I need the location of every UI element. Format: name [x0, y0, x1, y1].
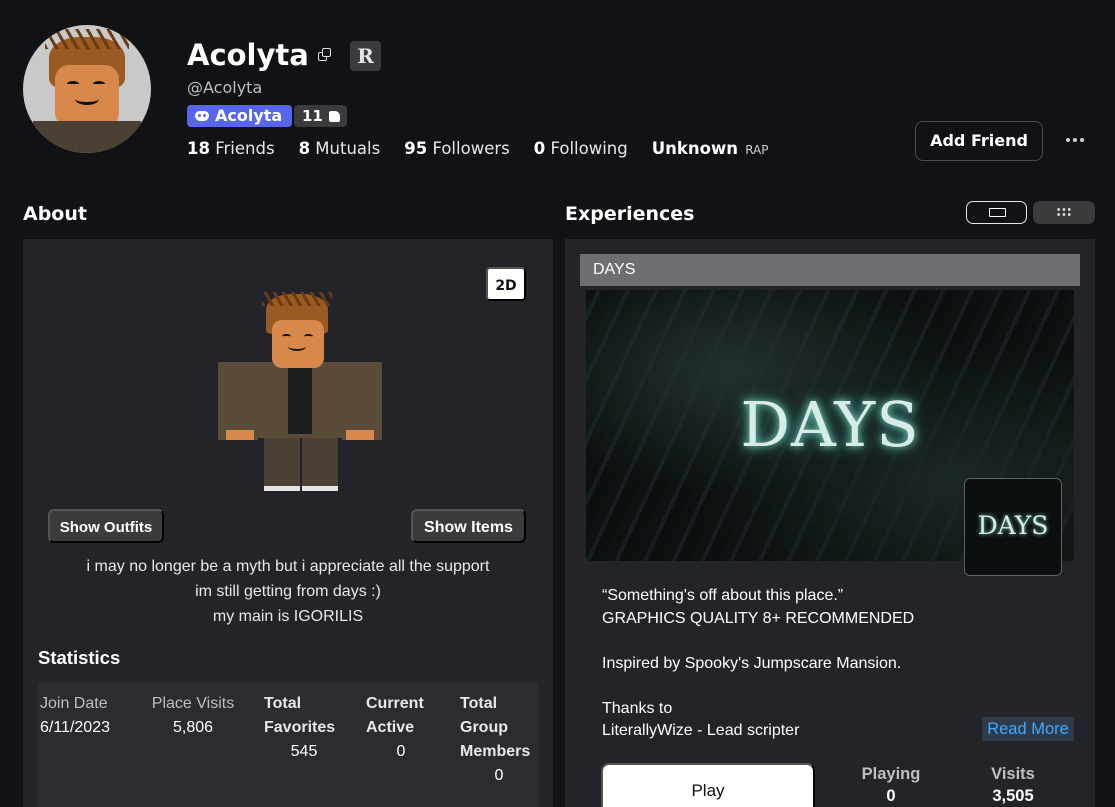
experience-description: “Something's off about this place.” GRAP…	[602, 587, 915, 739]
playing-stat: Playing 0	[861, 765, 921, 805]
add-friend-button[interactable]: Add Friend	[915, 121, 1043, 161]
single-view-toggle[interactable]	[966, 201, 1027, 224]
grid-view-toggle[interactable]	[1033, 201, 1095, 224]
profile-avatar[interactable]	[23, 25, 151, 153]
stat-join-date: Join Date 6/11/2023	[40, 695, 110, 736]
likes-count: 11	[302, 107, 323, 125]
about-heading: About	[23, 203, 87, 225]
more-options-icon[interactable]	[1066, 138, 1084, 144]
statistics-heading: Statistics	[38, 647, 121, 668]
show-items-button[interactable]: Show Items	[411, 509, 526, 543]
visits-stat: Visits 3,505	[991, 765, 1035, 805]
stat-place-visits: Place Visits 5,806	[151, 695, 235, 736]
single-view-icon	[989, 208, 1006, 217]
experiences-heading: Experiences	[565, 203, 695, 225]
stat-current-active: Current Active 0	[366, 695, 424, 760]
discord-icon	[195, 111, 209, 121]
experience-icon[interactable]: DAYS	[964, 478, 1062, 576]
display-name: Acolyta	[187, 38, 309, 72]
social-stats: 18 Friends 8 Mutuals 95 Followers 0 Foll…	[187, 139, 793, 158]
discord-tag: Acolyta	[215, 106, 283, 125]
username: @Acolyta	[187, 78, 263, 97]
grid-view-icon	[1056, 207, 1072, 217]
thumbnail-title-text: DAYS	[740, 388, 920, 461]
likes-badge[interactable]: 11	[294, 105, 347, 127]
rap-stat: Unknown RAP	[651, 139, 769, 158]
stat-total-favorites: Total Favorites 545	[264, 695, 336, 760]
copy-icon[interactable]	[318, 48, 332, 62]
stat-total-group-members: Total Group Members 0	[460, 695, 531, 784]
read-more-link[interactable]: Read More	[982, 717, 1074, 741]
mutuals-stat[interactable]: 8 Mutuals	[299, 139, 381, 158]
about-description: i may no longer be a myth but i apprecia…	[86, 558, 490, 625]
show-outfits-button[interactable]: Show Outfits	[48, 509, 164, 543]
play-button[interactable]: Play	[601, 763, 815, 807]
friends-stat[interactable]: 18 Friends	[187, 139, 275, 158]
followers-stat[interactable]: 95 Followers	[404, 139, 510, 158]
experience-title[interactable]: DAYS	[580, 254, 1080, 286]
thumbs-up-icon	[328, 110, 340, 122]
roblox-premium-badge-icon[interactable]: R	[350, 41, 381, 71]
view-mode-2d-button[interactable]: 2D	[486, 267, 526, 301]
following-stat[interactable]: 0 Following	[534, 139, 628, 158]
avatar-figure[interactable]	[218, 292, 382, 492]
discord-link[interactable]: Acolyta	[187, 105, 293, 127]
